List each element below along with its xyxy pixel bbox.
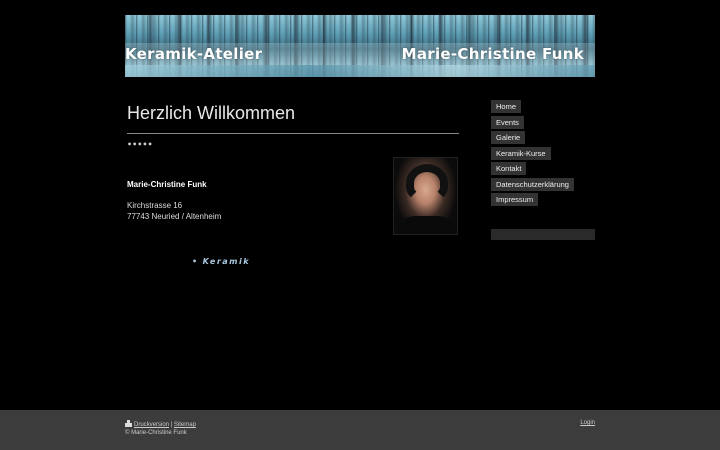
keramik-link-label: Keramik bbox=[202, 257, 251, 266]
copyright-text: © Marie-Christine Funk bbox=[125, 430, 187, 436]
main-content: Herzlich Willkommen ••••• Marie-Christin… bbox=[127, 100, 459, 266]
sitemap-link[interactable]: Sitemap bbox=[174, 422, 196, 428]
nav-item-kontakt[interactable]: Kontakt bbox=[491, 162, 527, 175]
nav-item-datenschutz[interactable]: Datenschutzerklärung bbox=[491, 177, 574, 191]
banner-bottom-strip bbox=[125, 65, 595, 77]
portrait-hair bbox=[406, 164, 448, 202]
site-title-left: Keramik-Atelier bbox=[125, 45, 263, 63]
print-icon bbox=[125, 420, 132, 427]
sidebar-box bbox=[491, 229, 595, 240]
keramik-link[interactable]: • Keramik bbox=[192, 257, 250, 266]
bullet-icon: • bbox=[192, 257, 199, 266]
footer: Druckversion | Sitemap © Marie-Christine… bbox=[0, 410, 720, 450]
nav-item-home[interactable]: Home bbox=[491, 100, 522, 113]
login-link[interactable]: Login bbox=[580, 420, 595, 426]
print-version-link[interactable]: Druckversion bbox=[134, 422, 169, 428]
nav-item-keramik-kurse[interactable]: Keramik-Kurse bbox=[491, 146, 551, 160]
decorative-dots: ••••• bbox=[127, 140, 153, 149]
sidebar-nav: Home Events Galerie Keramik-Kurse Kontak… bbox=[491, 100, 574, 209]
portrait-image bbox=[393, 157, 458, 235]
nav-item-events[interactable]: Events bbox=[491, 115, 524, 129]
site-title-right: Marie-Christine Funk bbox=[401, 45, 584, 63]
header-banner: Keramik-Atelier Marie-Christine Funk bbox=[125, 15, 595, 77]
nav-item-galerie[interactable]: Galerie bbox=[491, 131, 526, 144]
footer-links: Druckversion | Sitemap bbox=[125, 420, 196, 428]
address-city: 77743 Neuried / Altenheim bbox=[127, 212, 222, 221]
contact-name: Marie-Christine Funk bbox=[127, 180, 207, 189]
page-title: Herzlich Willkommen bbox=[127, 103, 459, 134]
nav-item-impressum[interactable]: Impressum bbox=[491, 193, 539, 206]
portrait-shoulders bbox=[397, 216, 456, 234]
address-street: Kirchstrasse 16 bbox=[127, 201, 183, 210]
